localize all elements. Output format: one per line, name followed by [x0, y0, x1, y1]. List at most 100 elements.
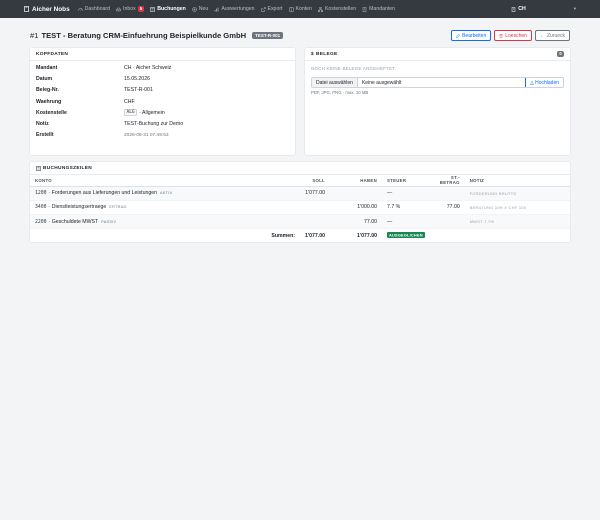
nav-label: Konten	[295, 6, 312, 12]
nav-dashboard[interactable]: Dashboard	[77, 6, 110, 12]
back-button[interactable]: ← Zurueck	[534, 30, 570, 41]
kv-mandant: Mandant CH · Aicher Schweiz	[30, 62, 295, 73]
balanced-badge: AUSGEGLICHEN	[387, 232, 425, 239]
cell-soll	[300, 200, 330, 216]
upload-hint: PDF, JPG, PNG · max. 10 MB	[311, 90, 369, 95]
buchungszeilen-card: BUCHUNGSZEILEN KONTO SOLL HABEN STEUER S…	[30, 162, 570, 242]
nav-label: Export	[267, 6, 283, 12]
kv-key: Erstellt	[36, 132, 54, 139]
nav-auswertungen[interactable]: Auswertungen	[214, 6, 255, 12]
buchungszeilen-header: BUCHUNGSZEILEN	[30, 162, 570, 175]
cell-steuer: 7.7 %	[382, 200, 430, 216]
page-content: #1 TEST - Beratung CRM-Einfuehrung Beisp…	[0, 28, 600, 242]
kv-value: 2026-05-31 07:49:53	[124, 132, 169, 138]
nav-inbox[interactable]: Inbox 5	[116, 6, 145, 12]
kv-key: Mandant	[36, 64, 58, 71]
account-number[interactable]: 1200	[35, 191, 47, 196]
nav-mandanten[interactable]: Mandanten	[362, 6, 395, 12]
upload-button[interactable]: Hochladen	[524, 78, 563, 87]
nav-label: Buchungen	[157, 6, 186, 12]
account-name: · Geschuldete MWST	[48, 218, 99, 225]
account-name: · Forderungen aus Lieferungen und Leistu…	[48, 190, 158, 197]
kv-datum: Datum 15.05.2026	[30, 73, 295, 84]
kv-value: 15.05.2026	[124, 75, 150, 82]
cell-balance-status: AUSGEGLICHEN	[382, 228, 430, 242]
kv-key: Kostenstelle	[36, 109, 67, 116]
nav-label: Neu	[198, 6, 209, 12]
nav-label: Inbox	[123, 6, 136, 12]
kopfdaten-card: KOPFDATEN Mandant CH · Aicher Schweiz Da…	[30, 48, 295, 155]
kopfdaten-header: KOPFDATEN	[30, 48, 295, 61]
nav-buchungen[interactable]: Buchungen	[150, 6, 186, 12]
tenant-switcher[interactable]: CH ▾	[511, 6, 576, 12]
nav-kostenstellen[interactable]: Kostenstellen	[317, 6, 357, 12]
brand[interactable]: Aicher Nobs	[24, 6, 70, 13]
kv-notiz: Notiz TEST-Buchung zur Demo	[30, 118, 295, 129]
cell-steuer: —	[382, 214, 430, 230]
cell-konto: 3400 · Dienstleistungsertraege ERTRAG	[30, 200, 300, 216]
upload-icon	[529, 80, 534, 85]
bar-chart-icon	[214, 7, 219, 12]
cell-haben: 77.00	[330, 214, 382, 230]
kv-kostenstelle: Kostenstelle ALG · Allgemein	[30, 107, 295, 118]
cost-center-code: ALG	[124, 109, 138, 117]
kv-value: TEST-Buchung zur Demo	[124, 121, 184, 128]
booking-title: TEST - Beratung CRM-Einfuehrung Beispiel…	[41, 31, 247, 40]
upload-label: Hochladen	[535, 79, 559, 86]
nav-neu[interactable]: Neu	[192, 6, 209, 12]
sum-label: Summen:	[30, 228, 300, 242]
kv-value-group: ALG · Allgemein	[124, 109, 165, 117]
empty-message: NOCH KEINE BELEGE ANGEHEFTET.	[311, 66, 397, 71]
kv-key: Notiz	[36, 121, 49, 128]
tenant-selector[interactable]: CH	[511, 6, 526, 12]
nav-label: Kostenstellen	[324, 6, 357, 12]
col-st-betrag: ST.-BETRAG	[429, 175, 465, 187]
building-icon	[511, 6, 516, 12]
cell-notiz: BERATUNG 10H X CHF 100	[464, 200, 570, 216]
cell-st-betrag	[429, 214, 465, 230]
kopfdaten-list: Mandant CH · Aicher Schweiz Datum 15.05.…	[30, 61, 295, 141]
account-type: PASSIV	[101, 219, 117, 224]
inbox-count-badge: 5	[137, 6, 145, 12]
cell-konto: 2200 · Geschuldete MWST PASSIV	[30, 214, 300, 230]
diagram-icon	[317, 6, 323, 12]
accounts-icon	[288, 6, 294, 12]
sum-soll: 1'077.00	[300, 228, 330, 242]
account-type: ERTRAG	[109, 205, 127, 210]
kv-key: Beleg-Nr.	[36, 87, 59, 94]
choose-file-button[interactable]: Datei auswählen	[312, 78, 358, 87]
kv-erstellt: Erstellt 2026-05-31 07:49:53	[30, 130, 295, 141]
chevron-down-icon[interactable]: ▾	[574, 6, 576, 12]
account-number[interactable]: 3400	[35, 205, 47, 210]
buchungszeilen-title: BUCHUNGSZEILEN	[43, 165, 92, 171]
kv-value: CH · Aicher Schweiz	[124, 64, 172, 71]
top-row: KOPFDATEN Mandant CH · Aicher Schweiz Da…	[30, 48, 570, 155]
page-title: #1 TEST - Beratung CRM-Einfuehrung Beisp…	[30, 31, 284, 40]
account-number[interactable]: 2200	[35, 220, 47, 225]
account-type: AKTIV	[160, 191, 173, 196]
edit-button[interactable]: Bearbeiten	[451, 30, 492, 41]
pencil-icon	[456, 33, 460, 38]
nav-konten[interactable]: Konten	[288, 6, 312, 12]
reference-badge: TEST-R-001	[252, 32, 284, 39]
page-header: #1 TEST - Beratung CRM-Einfuehrung Beisp…	[30, 28, 570, 43]
table-row: 1200 · Forderungen aus Lieferungen und Le…	[30, 186, 570, 201]
plus-circle-icon	[192, 6, 197, 12]
nav-label: Auswertungen	[221, 6, 255, 12]
nav-export[interactable]: Export	[260, 6, 283, 12]
brand-name: Aicher Nobs	[32, 5, 70, 13]
delete-button[interactable]: Loeschen	[494, 30, 532, 41]
belege-title: BELEGE	[315, 51, 338, 57]
cell-soll: 1'077.00	[300, 186, 330, 201]
table-header-row: KONTO SOLL HABEN STEUER ST.-BETRAG NOTIZ	[30, 175, 570, 187]
sum-row: Summen: 1'077.00 1'077.00 AUSGEGLICHEN	[30, 228, 570, 242]
kv-key: Waehrung	[36, 98, 62, 105]
page-actions: Bearbeiten Loeschen ← Zurueck	[451, 30, 570, 41]
cell-notiz: MWST 7.7%	[464, 214, 570, 230]
cell-soll	[300, 214, 330, 230]
inbox-icon	[116, 7, 121, 12]
file-name-display[interactable]: Keine ausgewählt	[358, 78, 525, 87]
upload-form: Datei auswählen Keine ausgewählt Hochlad…	[311, 77, 564, 88]
col-steuer: STEUER	[382, 175, 430, 187]
table-row: 2200 · Geschuldete MWST PASSIV 77.00 — MWS…	[30, 214, 570, 230]
